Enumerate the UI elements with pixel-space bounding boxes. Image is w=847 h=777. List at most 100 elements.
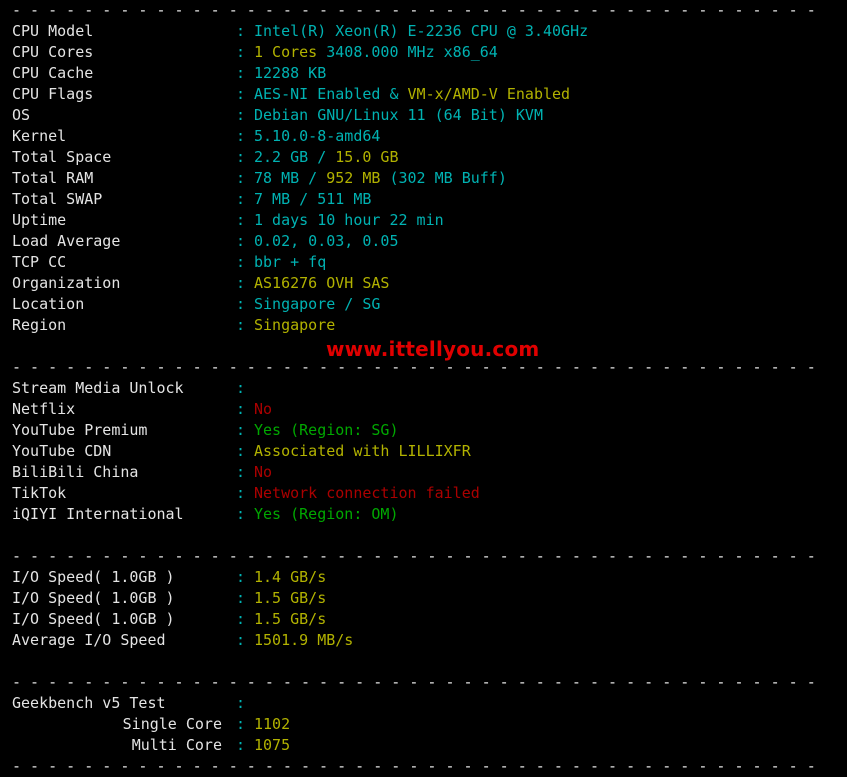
info-row: Region: Singapore [0, 315, 847, 336]
row-value: 5.10.0-8-amd64 [254, 127, 380, 145]
row-colon: : [236, 85, 246, 103]
site-watermark: www.ittellyou.com [326, 337, 540, 361]
row-colon: : [236, 484, 246, 502]
row-value-part: AS16276 OVH SAS [254, 274, 390, 292]
info-row: TikTok: Network connection failed [0, 483, 847, 504]
row-colon: : [236, 379, 246, 397]
row-colon: : [236, 190, 246, 208]
row-label: YouTube Premium [12, 421, 148, 439]
row-label: Stream Media Unlock [12, 379, 184, 397]
row-value-part: 1 days 10 hour 22 min [254, 211, 444, 229]
info-row: CPU Cores:1 Cores 3408.000 MHz x86_64 [0, 42, 847, 63]
section-separator: - - - - - - - - - - - - - - - - - - - - … [12, 547, 816, 565]
row-value-part: 2.2 GB / [254, 148, 336, 166]
row-value-part: Yes (Region: SG) [254, 421, 399, 439]
info-row: Kernel:5.10.0-8-amd64 [0, 126, 847, 147]
info-row: YouTube CDN: Associated with LILLIXFR [0, 441, 847, 462]
row-label: Uptime [12, 211, 67, 229]
row-colon: : [236, 295, 246, 313]
row-value-part: Singapore [254, 316, 336, 334]
info-row: I/O Speed( 1.0GB ):1.5 GB/s [0, 588, 847, 609]
row-value: 1.5 GB/s [254, 610, 326, 628]
row-value-part: bbr + fq [254, 253, 327, 271]
row-value: 1 Cores 3408.000 MHz x86_64 [254, 43, 498, 61]
row-value-part: Yes (Region: OM) [254, 505, 399, 523]
row-value-part: 1.5 GB/s [254, 589, 327, 607]
row-label: OS [12, 106, 31, 124]
row-value-part: 1075 [254, 736, 291, 754]
row-colon: : [236, 442, 246, 460]
info-row: CPU Cache:12288 KB [0, 63, 847, 84]
row-colon: : [236, 232, 246, 250]
row-value: 2.2 GB / 15.0 GB [254, 148, 399, 166]
row-label: Multi Core [131, 736, 222, 754]
info-row: Total SWAP:7 MB / 511 MB [0, 189, 847, 210]
row-label: Single Core [122, 715, 222, 733]
info-row: Total Space:2.2 GB / 15.0 GB [0, 147, 847, 168]
row-value: 0.02, 0.03, 0.05 [254, 232, 399, 250]
row-value: 1501.9 MB/s [254, 631, 353, 649]
info-row: BiliBili China: No [0, 462, 847, 483]
row-label: Netflix [12, 400, 76, 418]
row-label: Organization [12, 274, 121, 292]
row-value-part: AES-NI Enabled [254, 85, 390, 103]
row-label: Geekbench v5 Test [12, 694, 166, 712]
row-value-part: No [254, 400, 273, 418]
row-label: CPU Flags [12, 85, 94, 103]
row-value-part: 1501.9 MB/s [254, 631, 354, 649]
row-colon: : [236, 22, 246, 40]
row-colon: : [236, 631, 246, 649]
row-label: TCP CC [12, 253, 67, 271]
row-value-part: Network connection failed [254, 484, 480, 502]
row-value: 1075 [254, 736, 290, 754]
row-colon: : [236, 589, 246, 607]
row-label: Kernel [12, 127, 67, 145]
row-value: 1.4 GB/s [254, 568, 326, 586]
row-value: Singapore [254, 316, 335, 334]
row-value: 12288 KB [254, 64, 326, 82]
row-colon: : [236, 274, 246, 292]
row-label: YouTube CDN [12, 442, 112, 460]
row-colon: : [236, 736, 246, 754]
row-value: Debian GNU/Linux 11 (64 Bit) KVM [254, 106, 543, 124]
row-colon: : [236, 421, 246, 439]
row-colon: : [236, 106, 246, 124]
row-label: I/O Speed( 1.0GB ) [12, 610, 175, 628]
row-label: iQIYI International [12, 505, 184, 523]
row-label: Total RAM [12, 169, 94, 187]
row-value: AES-NI Enabled & VM-x/AMD-V Enabled [254, 85, 570, 103]
row-colon: : [236, 64, 246, 82]
info-row: Uptime:1 days 10 hour 22 min [0, 210, 847, 231]
row-colon: : [236, 43, 246, 61]
row-value-part: 1.5 GB/s [254, 610, 327, 628]
info-row: Load Average:0.02, 0.03, 0.05 [0, 231, 847, 252]
info-row: CPU Flags: AES-NI Enabled & VM-x/AMD-V En… [0, 84, 847, 105]
row-value-part: & [389, 85, 408, 103]
row-label: CPU Cores [12, 43, 94, 61]
row-label: Average I/O Speed [12, 631, 166, 649]
row-label: I/O Speed( 1.0GB ) [12, 589, 175, 607]
info-row: Organization: AS16276 OVH SAS [0, 273, 847, 294]
info-row: Stream Media Unlock: [0, 378, 847, 399]
row-label: CPU Cache [12, 64, 94, 82]
info-row: Location: Singapore / SG [0, 294, 847, 315]
row-value: Associated with LILLIXFR [254, 442, 471, 460]
row-value-part: Singapore / SG [254, 295, 381, 313]
row-colon: : [236, 610, 246, 628]
row-label: TikTok [12, 484, 67, 502]
row-label: Region [12, 316, 67, 334]
info-row: Geekbench v5 Test: [0, 693, 847, 714]
section-separator: - - - - - - - - - - - - - - - - - - - - … [12, 757, 816, 775]
row-value-part: 0.02, 0.03, 0.05 [254, 232, 399, 250]
info-row: OS: Debian GNU/Linux 11 (64 Bit) KVM [0, 105, 847, 126]
row-value-part: 1 Cores [254, 43, 327, 61]
row-value-part: 15.0 GB [335, 148, 399, 166]
row-value-part: Associated with LILLIXFR [254, 442, 471, 460]
row-value: 1 days 10 hour 22 min [254, 211, 444, 229]
row-value-part: 1.4 GB/s [254, 568, 327, 586]
info-row: I/O Speed( 1.0GB ):1.4 GB/s [0, 567, 847, 588]
row-label: I/O Speed( 1.0GB ) [12, 568, 175, 586]
row-label: BiliBili China [12, 463, 139, 481]
